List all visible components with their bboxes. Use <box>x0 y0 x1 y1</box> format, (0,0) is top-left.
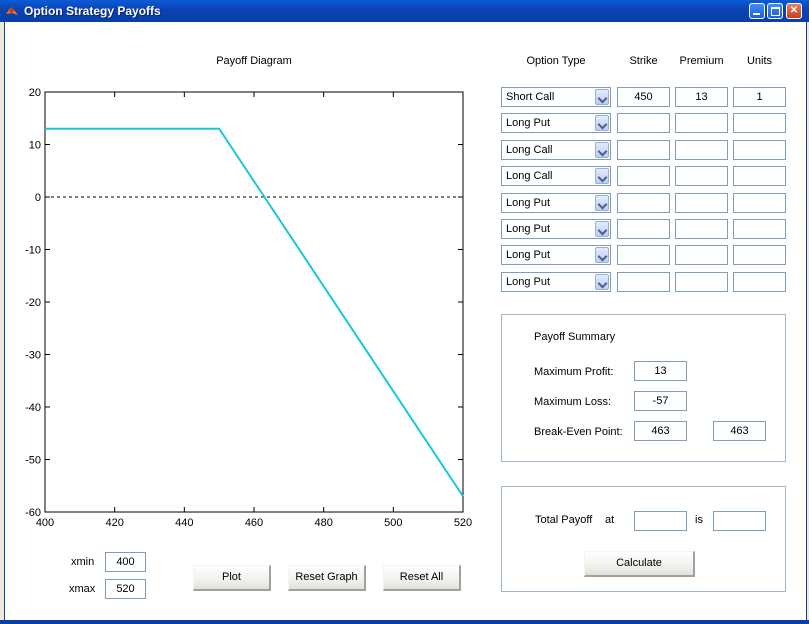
is-label: is <box>695 514 703 526</box>
chevron-down-icon[interactable] <box>595 168 609 184</box>
title-bar: Option Strategy Payoffs ✕ <box>0 0 809 22</box>
strike-input[interactable] <box>617 140 670 160</box>
premium-input[interactable] <box>675 113 728 133</box>
close-button[interactable]: ✕ <box>786 3 802 19</box>
reset-graph-button[interactable]: Reset Graph <box>288 565 366 591</box>
option-type-value: Long Put <box>506 249 551 261</box>
summary-title: Payoff Summary <box>534 331 616 343</box>
plot-title: Payoff Diagram <box>216 55 292 67</box>
chevron-down-icon[interactable] <box>595 142 609 158</box>
xmin-label: xmin <box>71 556 95 568</box>
minimize-button[interactable] <box>749 3 765 19</box>
chevron-down-icon[interactable] <box>595 89 609 105</box>
option-type-select[interactable]: Long Call <box>501 140 611 160</box>
units-input[interactable] <box>733 193 786 213</box>
calculate-button[interactable]: Calculate <box>584 551 695 577</box>
premium-input[interactable] <box>675 166 728 186</box>
chevron-down-icon[interactable] <box>595 195 609 211</box>
premium-input[interactable]: 13 <box>675 87 728 107</box>
option-type-value: Long Put <box>506 276 551 288</box>
option-type-select[interactable]: Long Put <box>501 219 611 239</box>
strike-input[interactable] <box>617 113 670 133</box>
premium-input[interactable] <box>675 140 728 160</box>
option-type-select[interactable]: Long Call <box>501 166 611 186</box>
breakeven-label: Break-Even Point: <box>534 426 623 438</box>
reset-all-button[interactable]: Reset All <box>383 565 461 591</box>
premium-input[interactable] <box>675 219 728 239</box>
option-type-select[interactable]: Long Put <box>501 245 611 265</box>
strike-input[interactable] <box>617 219 670 239</box>
header-option-type: Option Type <box>526 55 586 67</box>
premium-input[interactable] <box>675 272 728 292</box>
units-input[interactable] <box>733 140 786 160</box>
option-type-value: Long Put <box>506 117 551 129</box>
total-at-input[interactable] <box>634 511 687 531</box>
strike-input[interactable] <box>617 272 670 292</box>
premium-input[interactable] <box>675 193 728 213</box>
at-label: at <box>605 514 615 526</box>
option-type-select[interactable]: Long Put <box>501 193 611 213</box>
header-premium: Premium <box>679 55 724 67</box>
option-type-select[interactable]: Long Put <box>501 272 611 292</box>
option-type-value: Short Call <box>506 91 555 103</box>
units-input[interactable] <box>733 272 786 292</box>
maximize-icon <box>771 7 780 16</box>
maximize-button[interactable] <box>767 3 783 19</box>
strike-input[interactable] <box>617 166 670 186</box>
units-input[interactable] <box>733 245 786 265</box>
chevron-down-icon[interactable] <box>595 247 609 263</box>
option-type-value: Long Call <box>506 144 553 156</box>
strike-input[interactable]: 450 <box>617 87 670 107</box>
xmax-label: xmax <box>69 583 96 595</box>
total-is-output <box>713 511 766 531</box>
window-title: Option Strategy Payoffs <box>24 4 161 18</box>
max-loss-value: -57 <box>634 391 687 411</box>
units-input[interactable] <box>733 166 786 186</box>
total-payoff-label: Total Payoff <box>535 514 593 526</box>
strike-input[interactable] <box>617 193 670 213</box>
max-profit-label: Maximum Profit: <box>534 366 614 378</box>
max-loss-label: Maximum Loss: <box>534 396 612 408</box>
breakeven-value-1: 463 <box>634 421 687 441</box>
minimize-icon <box>753 13 760 15</box>
option-type-value: Long Put <box>506 197 551 209</box>
matlab-logo-icon <box>6 7 18 15</box>
strike-input[interactable] <box>617 245 670 265</box>
option-type-value: Long Put <box>506 223 551 235</box>
max-profit-value: 13 <box>634 361 687 381</box>
chevron-down-icon[interactable] <box>595 115 609 131</box>
close-icon: ✕ <box>789 5 799 16</box>
header-units: Units <box>746 55 773 67</box>
xmin-input[interactable]: 400 <box>105 552 146 572</box>
window-frame-bottom <box>0 620 809 624</box>
chevron-down-icon[interactable] <box>595 221 609 237</box>
units-input[interactable] <box>733 219 786 239</box>
option-type-select[interactable]: Short Call <box>501 87 611 107</box>
units-input[interactable] <box>733 113 786 133</box>
option-type-select[interactable]: Long Put <box>501 113 611 133</box>
option-type-value: Long Call <box>506 170 553 182</box>
premium-input[interactable] <box>675 245 728 265</box>
chevron-down-icon[interactable] <box>595 274 609 290</box>
breakeven-value-2: 463 <box>713 421 766 441</box>
header-strike: Strike <box>629 55 658 67</box>
xmax-input[interactable]: 520 <box>105 579 146 599</box>
units-input[interactable]: 1 <box>733 87 786 107</box>
plot-button[interactable]: Plot <box>193 565 271 591</box>
